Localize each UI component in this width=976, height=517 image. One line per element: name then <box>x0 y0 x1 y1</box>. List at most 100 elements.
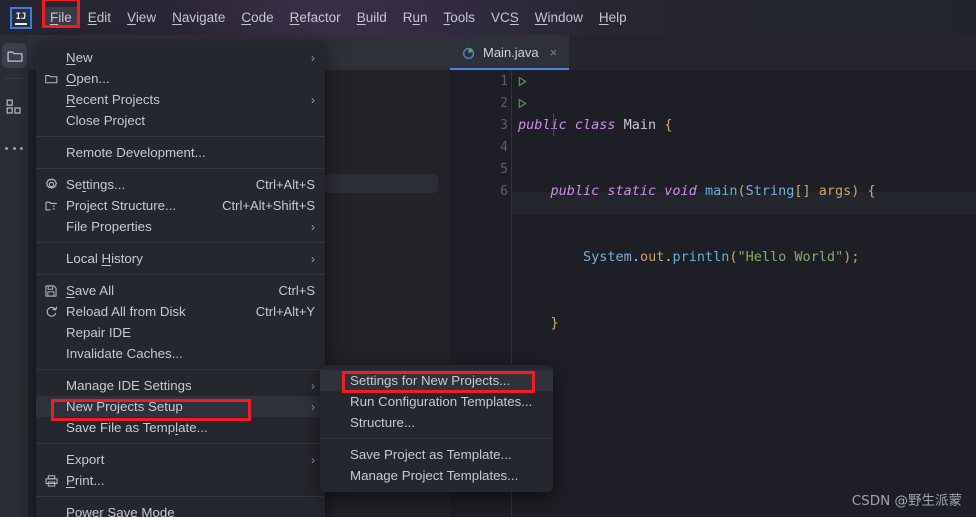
chevron-right-icon: › <box>311 50 315 65</box>
tab-label: Main.java <box>483 45 539 60</box>
menu-item-power-save-mode[interactable]: Power Save Mode <box>36 502 325 517</box>
more-icon-dot <box>20 146 23 150</box>
structure-icon <box>6 99 22 115</box>
menu-item-open[interactable]: Open... <box>36 68 325 89</box>
chevron-right-icon: › <box>311 399 315 414</box>
main-menu-bar: IJ File Edit View Navigate Code Refactor… <box>0 0 976 35</box>
indent-guide <box>553 114 554 136</box>
menu-separator <box>36 443 325 444</box>
menu-item-manage-ide-settings[interactable]: Manage IDE Settings › <box>36 375 325 396</box>
menu-item-label: Manage Project Templates... <box>350 468 519 483</box>
menu-item-reload-all-from-disk[interactable]: Reload All from Disk Ctrl+Alt+Y <box>36 301 325 322</box>
gear-icon <box>36 178 66 191</box>
menu-item-new[interactable]: New › <box>36 47 325 68</box>
menu-item-label: Export <box>66 452 105 467</box>
menubar-item-build[interactable]: Build <box>349 7 395 28</box>
tab-main-java[interactable]: Main.java × <box>450 35 570 70</box>
menu-item-invalidate-caches[interactable]: Invalidate Caches... <box>36 343 325 364</box>
gutter-row: 6 <box>450 180 512 202</box>
menu-item-label: Settings for New Projects... <box>350 373 511 388</box>
code-line-4: } <box>550 315 559 331</box>
menu-separator <box>36 136 325 137</box>
menubar-item-help[interactable]: Help <box>591 7 635 28</box>
menu-item-label: Print... <box>66 473 105 488</box>
code-line-3: System.out.println("Hello World"); <box>583 249 860 265</box>
menu-item-run-configuration-templates[interactable]: Run Configuration Templates... <box>320 391 553 412</box>
menu-item-file-properties[interactable]: File Properties › <box>36 216 325 237</box>
intellij-logo-icon: IJ <box>10 6 32 29</box>
menu-separator <box>36 369 325 370</box>
gutter-row: 4 <box>450 136 512 158</box>
menu-item-remote-development[interactable]: Remote Development... <box>36 142 325 163</box>
menu-item-new-projects-setup[interactable]: New Projects Setup › <box>36 396 325 417</box>
chevron-right-icon: › <box>311 251 315 266</box>
sidebar-item-more[interactable] <box>5 143 23 153</box>
watermark-text: CSDN @野生派蒙 <box>851 493 962 509</box>
menubar-item-vcs[interactable]: VCS <box>483 7 527 28</box>
menubar-item-file[interactable]: File <box>42 7 80 28</box>
menu-separator <box>36 274 325 275</box>
sidebar-item-project[interactable] <box>2 43 27 68</box>
menu-separator <box>36 242 325 243</box>
gutter-row: 5 <box>450 158 512 180</box>
file-menu-dropdown: New › Open... Recent Projects › Close Pr… <box>36 41 325 517</box>
code-content[interactable]: public class Main { public static void m… <box>512 70 976 517</box>
code-line-5: } <box>518 378 976 400</box>
menubar-item-edit[interactable]: Edit <box>80 7 119 28</box>
menu-item-local-history[interactable]: Local History › <box>36 248 325 269</box>
menubar-item-tools[interactable]: Tools <box>436 7 484 28</box>
menu-item-structure[interactable]: Structure... <box>320 412 553 433</box>
menu-item-label: Settings... <box>66 177 126 192</box>
print-icon <box>36 474 66 487</box>
menu-item-save-project-as-template[interactable]: Save Project as Template... <box>320 444 553 465</box>
menubar-item-view[interactable]: View <box>119 7 164 28</box>
menu-item-manage-project-templates[interactable]: Manage Project Templates... <box>320 465 553 486</box>
menu-item-close-project[interactable]: Close Project <box>36 110 325 131</box>
menu-item-accelerator: Ctrl+Alt+Y <box>255 304 315 319</box>
menu-item-label: Reload All from Disk <box>66 304 186 319</box>
sidebar-item-structure[interactable] <box>5 98 23 116</box>
menubar-item-refactor[interactable]: Refactor <box>282 7 349 28</box>
menu-item-save-all[interactable]: Save All Ctrl+S <box>36 280 325 301</box>
menu-item-label: Project Structure... <box>66 198 177 213</box>
menu-item-export[interactable]: Export › <box>36 449 325 470</box>
reload-icon <box>36 305 66 318</box>
menu-item-accelerator: Ctrl+S <box>278 283 315 298</box>
menu-item-label: File Properties <box>66 219 152 234</box>
menu-item-print[interactable]: Print... <box>36 470 325 491</box>
menubar-item-run[interactable]: Run <box>395 7 436 28</box>
menubar-items: File Edit View Navigate Code Refactor Bu… <box>42 0 635 28</box>
menu-item-settings[interactable]: Settings... Ctrl+Alt+S <box>36 174 325 195</box>
chevron-right-icon: › <box>311 219 315 234</box>
gutter-row: 3 <box>450 114 512 136</box>
menu-item-label: Close Project <box>66 113 146 128</box>
menu-item-recent-projects[interactable]: Recent Projects › <box>36 89 325 110</box>
menu-item-label: Structure... <box>350 415 416 430</box>
menu-item-label: Open... <box>66 71 110 86</box>
menu-separator <box>36 168 325 169</box>
left-tool-window-bar <box>0 35 28 517</box>
menu-item-label: Remote Development... <box>66 145 206 160</box>
menu-item-project-structure[interactable]: Project Structure... Ctrl+Alt+Shift+S <box>36 195 325 216</box>
menu-item-settings-for-new-projects[interactable]: Settings for New Projects... <box>320 370 553 391</box>
chevron-right-icon: › <box>311 378 315 393</box>
menubar-item-file-wrapper: File <box>42 0 80 28</box>
menu-separator <box>36 496 325 497</box>
menu-item-label: Save File as Template... <box>66 420 208 435</box>
menu-item-accelerator: Ctrl+Alt+S <box>255 177 315 192</box>
editor-tab-bar: Main.java × <box>450 35 976 70</box>
menu-item-label: Save Project as Template... <box>350 447 512 462</box>
folder-icon <box>6 49 23 63</box>
menu-item-label: New <box>66 50 93 65</box>
menubar-item-code[interactable]: Code <box>233 7 281 28</box>
close-icon[interactable]: × <box>546 46 558 59</box>
menu-item-save-file-as-template[interactable]: Save File as Template... <box>36 417 325 438</box>
folder-open-icon <box>36 73 66 84</box>
menu-item-repair-ide[interactable]: Repair IDE <box>36 322 325 343</box>
menubar-item-navigate[interactable]: Navigate <box>164 7 233 28</box>
code-line-2: public static void main(String[] args) { <box>550 183 876 199</box>
menubar-item-window[interactable]: Window <box>527 7 591 28</box>
java-class-icon <box>462 46 476 60</box>
new-projects-setup-submenu: Settings for New Projects... Run Configu… <box>320 365 553 492</box>
